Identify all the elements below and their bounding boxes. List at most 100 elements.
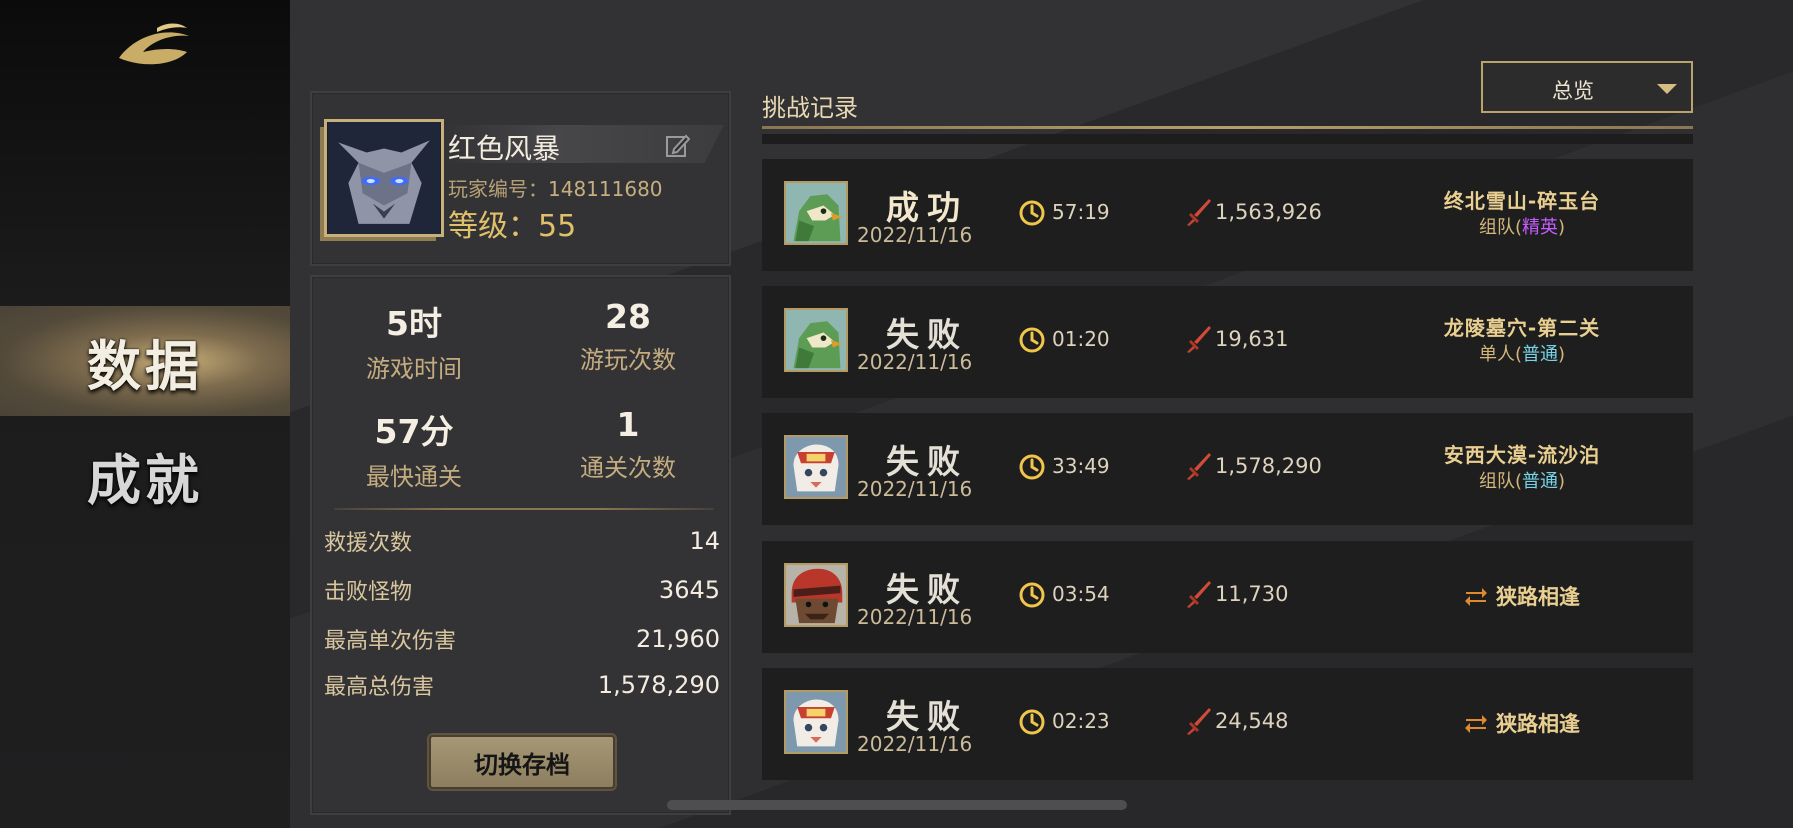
sword-icon <box>1187 326 1211 353</box>
clock-icon <box>1019 709 1045 735</box>
chevron-down-icon <box>1657 84 1677 94</box>
side-nav: 数据 成就 <box>0 0 290 828</box>
record-row[interactable]: 失败 2022/11/16 33:49 1,578,290 安西大漠-流沙泊 组队(普通) <box>762 413 1693 525</box>
edit-icon[interactable] <box>664 132 692 160</box>
record-duration: 03:54 <box>1052 582 1110 606</box>
logo-icon <box>119 23 189 65</box>
stat-row-max-total-damage: 最高总伤害 1,578,290 <box>324 669 720 701</box>
nav-item-data[interactable]: 数据 <box>0 306 290 416</box>
record-damage: 24,548 <box>1215 709 1289 733</box>
record-result: 失败 <box>886 697 968 736</box>
stats-panel: 5时 游戏时间 28 游玩次数 57分 最快通关 1 通关次数 救援次数 14 … <box>310 275 731 815</box>
stat-value: 28 <box>605 297 651 336</box>
wolf-avatar-icon <box>328 122 440 234</box>
clock-icon <box>1019 582 1045 608</box>
record-mode-prefix: 组队 <box>1478 217 1515 238</box>
sword-icon <box>1187 581 1211 608</box>
player-id-value: 148111680 <box>548 177 663 201</box>
record-mode: 组队(精英) <box>1478 217 1566 238</box>
record-result: 成功 <box>886 188 968 227</box>
stat-play-count: 28 游玩次数 <box>528 297 728 375</box>
stat-row-label: 最高单次伤害 <box>324 629 457 654</box>
stat-label: 游戏时间 <box>366 355 462 383</box>
record-row[interactable]: 失败 2022/11/16 02:23 24,548 狭路相逢 <box>762 668 1693 780</box>
stat-value: 1 <box>616 405 640 444</box>
stat-row-value: 3645 <box>658 576 720 604</box>
records-filter-value: 总览 <box>1552 79 1594 103</box>
player-name: 红色风暴 <box>448 132 561 165</box>
record-date: 2022/11/16 <box>857 350 973 374</box>
record-result: 失败 <box>886 442 968 481</box>
stat-row-value: 14 <box>689 527 720 555</box>
record-stage: 龙陵墓穴-第二关 <box>1443 316 1601 340</box>
record-mode: 单人(普通) <box>1478 344 1566 365</box>
horizontal-scrollbar[interactable] <box>667 800 1127 810</box>
record-pvp-label: 狭路相逢 <box>1496 585 1580 609</box>
record-damage: 1,563,926 <box>1215 200 1322 224</box>
record-pvp-label: 狭路相逢 <box>1496 712 1580 736</box>
record-mode-tag: 精英 <box>1522 217 1558 238</box>
stat-row-max-single-damage: 最高单次伤害 21,960 <box>324 623 720 655</box>
record-result: 失败 <box>886 315 968 354</box>
record-mode: 组队(普通) <box>1478 471 1566 492</box>
record-duration: 33:49 <box>1052 454 1110 478</box>
record-pvp: 狭路相逢 <box>1412 708 1632 738</box>
record-mode-tag: 普通 <box>1522 344 1558 365</box>
green-bird-hero-icon <box>784 181 848 245</box>
stat-label: 游玩次数 <box>580 346 676 374</box>
profile-card: 红色风暴 玩家编号：148111680 等级：55 <box>310 91 731 266</box>
clock-icon <box>1019 200 1045 226</box>
record-row[interactable]: 失败 2022/11/16 01:20 19,631 龙陵墓穴-第二关 单人(普通) <box>762 286 1693 398</box>
record-damage: 1,578,290 <box>1215 454 1322 478</box>
record-duration: 02:23 <box>1052 709 1110 733</box>
record-duration: 01:20 <box>1052 327 1110 351</box>
records-title: 挑战记录 <box>762 94 858 122</box>
stat-row-rescues: 救援次数 14 <box>324 525 720 557</box>
clock-icon <box>1019 454 1045 480</box>
stat-row-value: 1,578,290 <box>597 671 720 699</box>
record-stage: 安西大漠-流沙泊 <box>1443 443 1601 467</box>
record-damage: 11,730 <box>1215 582 1289 606</box>
player-level-label: 等级： <box>448 209 538 244</box>
green-bird-hero-icon <box>784 308 848 372</box>
sword-icon <box>1187 199 1211 226</box>
player-level: 等级：55 <box>448 201 576 245</box>
record-result: 失败 <box>886 570 968 609</box>
record-damage: 19,631 <box>1215 327 1289 351</box>
record-date: 2022/11/16 <box>857 605 973 629</box>
lion-dance-hero-icon <box>784 690 848 754</box>
record-date: 2022/11/16 <box>857 477 973 501</box>
red-hood-hero-icon <box>784 563 848 627</box>
player-id: 玩家编号：148111680 <box>448 173 663 202</box>
record-row[interactable]: 失败 2022/11/16 03:54 11,730 狭路相逢 <box>762 541 1693 653</box>
stat-clear-count: 1 通关次数 <box>528 405 728 483</box>
stat-row-label: 救援次数 <box>324 531 413 556</box>
stat-label: 最快通关 <box>366 463 462 491</box>
record-mode-tag: 普通 <box>1522 471 1558 492</box>
stat-row-label: 最高总伤害 <box>324 675 435 700</box>
record-mode-prefix: 单人 <box>1478 344 1515 365</box>
records-filter-dropdown[interactable]: 总览 <box>1481 61 1693 113</box>
clock-icon <box>1019 327 1045 353</box>
stat-row-label: 击败怪物 <box>324 580 413 605</box>
switch-save-button[interactable]: 切换存档 <box>429 735 615 789</box>
player-id-label: 玩家编号： <box>448 177 548 201</box>
record-row[interactable]: 成功 2022/11/16 57:19 1,563,926 终北雪山-碎玉台 组队(精英) <box>762 159 1693 271</box>
record-stage: 终北雪山-碎玉台 <box>1443 189 1601 213</box>
stat-label: 通关次数 <box>580 454 676 482</box>
sword-icon <box>1187 708 1211 735</box>
record-date: 2022/11/16 <box>857 223 973 247</box>
crossed-arrows-icon <box>1465 588 1487 606</box>
lion-dance-hero-icon <box>784 435 848 499</box>
stat-row-value: 21,960 <box>636 625 720 653</box>
stat-value: 5时 <box>386 304 442 343</box>
record-pvp: 狭路相逢 <box>1412 581 1632 611</box>
player-level-value: 55 <box>538 209 577 244</box>
nav-item-achievements[interactable]: 成就 <box>0 420 290 530</box>
divider <box>334 508 714 510</box>
stat-play-time: 5时 游戏时间 <box>314 297 514 384</box>
divider <box>762 126 1693 129</box>
record-mode-prefix: 组队 <box>1478 471 1515 492</box>
crossed-arrows-icon <box>1465 715 1487 733</box>
avatar[interactable] <box>324 119 444 237</box>
